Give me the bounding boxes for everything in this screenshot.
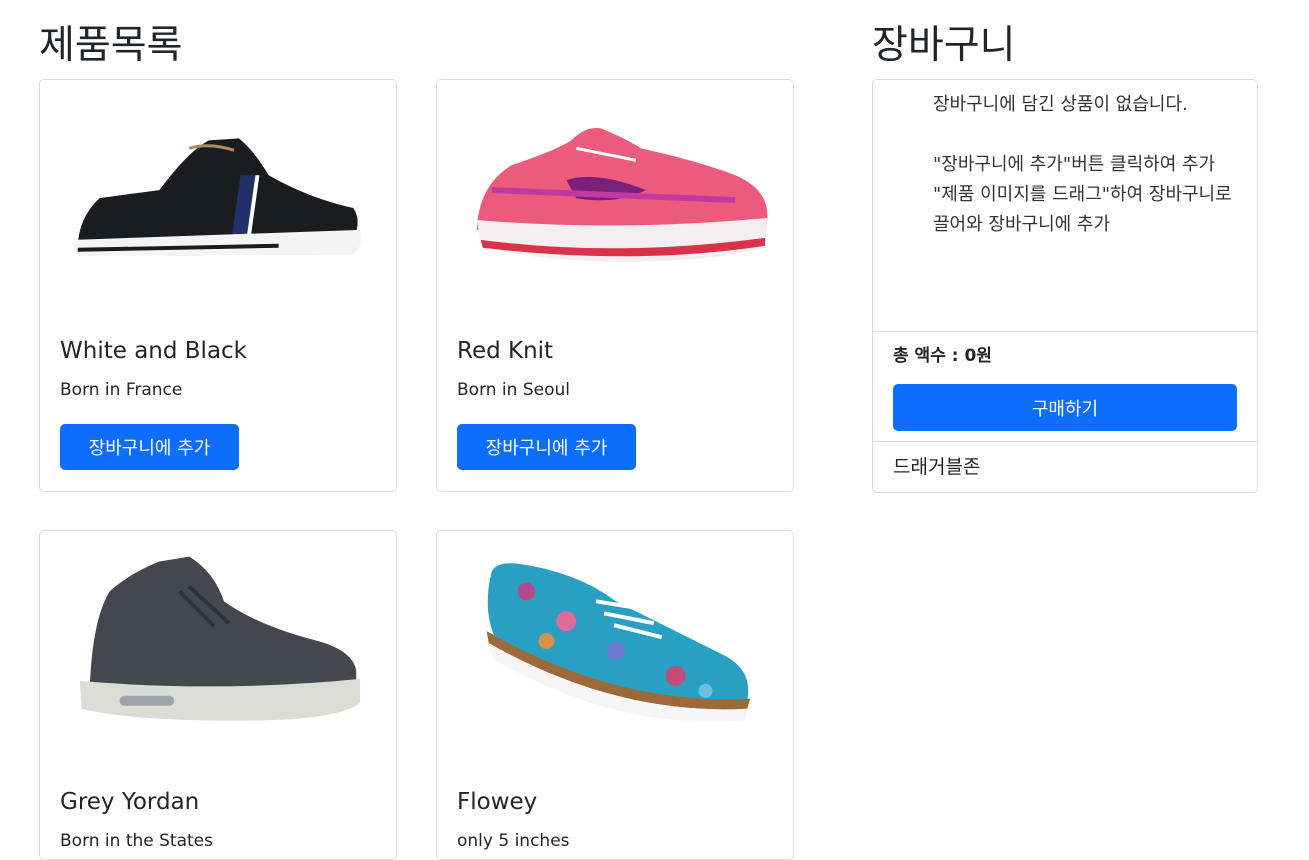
hint-add-button: "장바구니에 추가"버튼 클릭하여 추가 [933,154,1216,175]
add-to-cart-button[interactable]: 장바구니에 추가 [457,424,636,470]
product-name: White and Black [60,338,247,364]
cart-title: 장바구니 [872,23,1016,68]
product-name: Red Knit [457,338,554,364]
cart-empty-message: 장바구니에 담긴 상품이 없습니다. "장바구니에 추가"버튼 클릭하여 추가 … [933,90,1233,240]
product-card: Flowey only 5 inches [436,530,794,860]
products-title: 제품목록 [39,23,183,68]
cart-total: 총 액수 : 0원 [893,346,992,366]
cart-panel: 장바구니에 담긴 상품이 없습니다. "장바구니에 추가"버튼 클릭하여 추가 … [872,79,1258,493]
grey-hightop-sneaker-image[interactable] [40,531,396,791]
grey-hightop-sneaker-icon [79,556,361,721]
black-sneaker-icon [73,138,362,256]
buy-button[interactable]: 구매하기 [893,384,1237,431]
empty-message: 장바구니에 담긴 상품이 없습니다. [933,94,1188,115]
add-to-cart-button[interactable]: 장바구니에 추가 [60,424,239,470]
product-desc: Born in France [60,380,183,400]
product-desc: Born in Seoul [457,380,570,400]
product-card: Red Knit Born in Seoul 장바구니에 추가 [436,79,794,492]
product-card: White and Black Born in France 장바구니에 추가 [39,79,397,492]
product-card: Grey Yordan Born in the States [39,530,397,860]
product-desc: Born in the States [60,831,213,851]
hint-drag: "제품 이미지를 드래그"하여 장바구니로 끌어와 장바구니에 추가 [933,184,1232,235]
pink-running-shoe-icon [476,127,768,262]
product-name: Flowey [457,789,538,815]
pink-running-shoe-image[interactable] [437,80,793,340]
cart-items-area: 장바구니에 담긴 상품이 없습니다. "장바구니에 추가"버튼 클릭하여 추가 … [873,80,1257,332]
floral-oxford-shoe-icon [486,563,751,722]
floral-oxford-shoe-image[interactable] [437,531,793,791]
product-name: Grey Yordan [60,789,200,815]
product-desc: only 5 inches [457,831,570,851]
black-sneaker-image[interactable] [40,80,396,340]
drag-zone[interactable]: 드래거블존 [873,441,1257,494]
drag-zone-label: 드래거블존 [893,456,981,478]
